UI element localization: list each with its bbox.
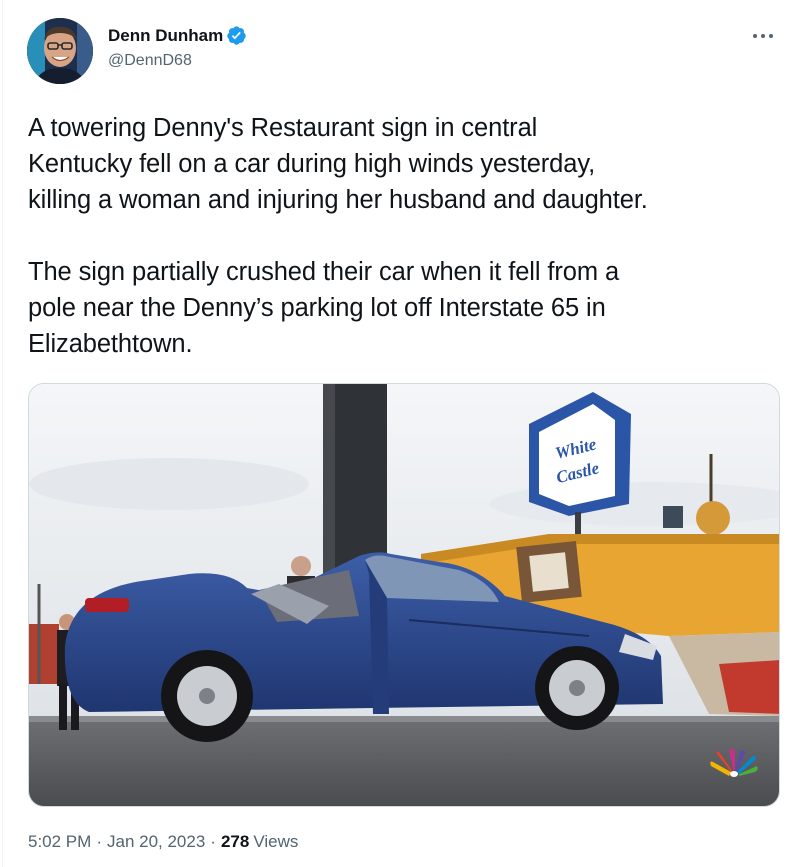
name-row: Denn Dunham <box>108 25 247 46</box>
tweet-paragraph: The sign partially crushed their car whe… <box>28 258 620 358</box>
meta-separator: · <box>96 832 102 851</box>
tweet-meta: 5:02 PM · Jan 20, 2023 · 278 Views <box>28 832 298 852</box>
tweet-time[interactable]: 5:02 PM <box>28 832 91 852</box>
tweet-card: Denn Dunham @DennD68 A towering Denny's … <box>0 0 800 867</box>
display-name[interactable]: Denn Dunham <box>108 26 223 46</box>
tweet-text: A towering Denny's Restaurant sign in ce… <box>28 110 788 362</box>
meta-separator: · <box>210 832 216 851</box>
user-handle[interactable]: @DennD68 <box>108 52 192 70</box>
avatar[interactable] <box>27 18 93 84</box>
tweet-photo[interactable]: White Castle <box>28 383 780 807</box>
divider <box>2 0 3 867</box>
verified-badge-icon <box>226 25 247 46</box>
views-label: Views <box>253 832 299 851</box>
views-count: 278 <box>220 832 250 851</box>
more-options-icon[interactable] <box>752 28 774 38</box>
tweet-paragraph: A towering Denny's Restaurant sign in ce… <box>28 114 648 214</box>
tweet-date[interactable]: Jan 20, 2023 <box>107 832 205 852</box>
